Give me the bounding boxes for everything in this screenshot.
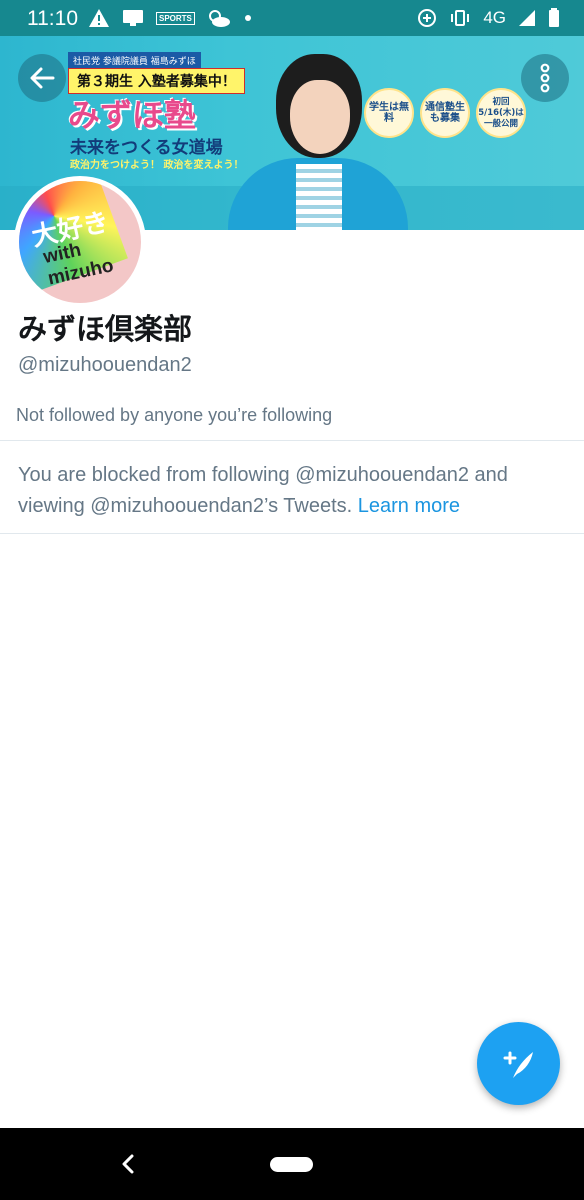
dot-icon [244, 15, 251, 21]
banner-circle-first-session: 初回 5/16(木)は 一般公開 [476, 88, 526, 138]
profile-avatar[interactable]: 大好き with mizuho [14, 176, 146, 308]
status-left-icons: SPORTS [88, 8, 253, 28]
banner-subtitle: 未来をつくる女道場 [70, 138, 223, 158]
weather-icon [208, 10, 230, 27]
more-options-button[interactable] [521, 54, 569, 102]
compose-feather-icon [503, 1051, 533, 1078]
divider-top [0, 440, 584, 441]
banner-portrait [228, 46, 408, 230]
divider-bottom [0, 533, 584, 534]
portrait-shirt [296, 164, 342, 230]
banner-title: みずほ塾 [68, 96, 197, 134]
status-bar: 11:10 SPORTS 4G [0, 0, 584, 36]
compose-tweet-button[interactable] [477, 1022, 560, 1105]
vibrate-icon [451, 10, 470, 26]
nav-home-pill[interactable] [270, 1157, 313, 1172]
profile-handle: @mizuhoouendan2 [18, 354, 192, 376]
arrow-left-icon [30, 67, 55, 89]
data-saver-icon [418, 9, 437, 27]
followers-you-know: Not followed by anyone you’re following [16, 405, 333, 425]
learn-more-link[interactable]: Learn more [358, 495, 460, 517]
blocked-notice: You are blocked from following @mizuhoou… [18, 460, 568, 522]
desktop-icon [123, 10, 143, 26]
portrait-face [290, 80, 350, 154]
status-time: 11:10 [27, 7, 78, 30]
nav-back-icon[interactable] [118, 1152, 138, 1176]
banner-circle-correspondence: 通信塾生も募集 [420, 88, 470, 138]
status-right-icons: 4G [417, 8, 560, 28]
more-vertical-icon [540, 63, 550, 93]
system-nav-bar [0, 1128, 584, 1200]
news-app-icon: SPORTS [156, 11, 195, 25]
network-label: 4G [483, 8, 506, 27]
banner-party-line: 社民党 参議院議員 福島みずほ [68, 52, 201, 69]
profile-name: みずほ倶楽部 [18, 312, 193, 346]
banner-slogan: 政治力をつけよう！ 政治を変えよう！ [70, 160, 244, 171]
battery-icon [549, 8, 559, 27]
back-button[interactable] [18, 54, 66, 102]
avatar-image: 大好き with mizuho [19, 181, 141, 303]
signal-icon [519, 10, 535, 26]
banner-circle-students: 学生は無料 [364, 88, 414, 138]
warning-icon [89, 9, 109, 27]
